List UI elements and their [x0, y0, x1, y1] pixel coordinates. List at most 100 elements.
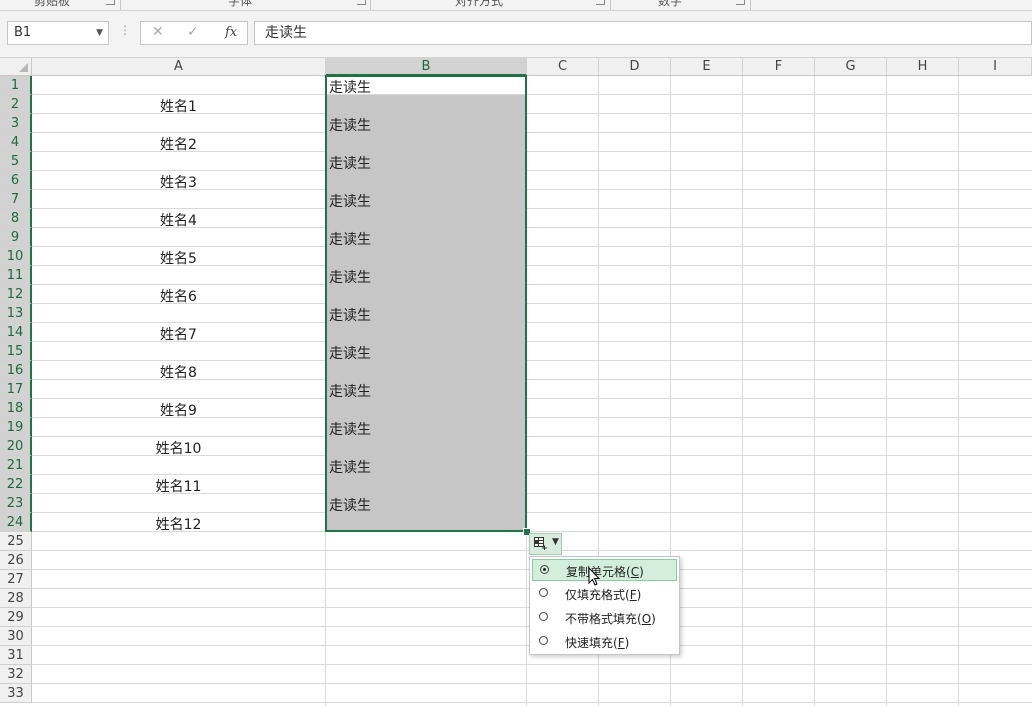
row-header-31[interactable]: 31 [0, 646, 32, 665]
menu-item-accelerator: F [629, 588, 637, 602]
clipboard-launcher-icon[interactable] [106, 0, 115, 5]
row-header-32[interactable]: 32 [0, 665, 32, 684]
enter-icon[interactable]: ✓ [187, 24, 199, 40]
cell-a4[interactable]: 姓名2 [32, 134, 325, 154]
ribbon-separator [370, 0, 371, 10]
column-header-c[interactable]: C [527, 58, 599, 76]
cell-b15[interactable]: 走读生 [329, 343, 371, 363]
row-header-2[interactable]: 2 [0, 95, 32, 114]
cell-a12[interactable]: 姓名6 [32, 286, 325, 306]
column-header-e[interactable]: E [671, 58, 743, 76]
row-header-5[interactable]: 5 [0, 152, 32, 171]
column-header-f[interactable]: F [743, 58, 815, 76]
menu-item-fill-without-formatting[interactable]: 不带格式填充(O) [532, 607, 677, 629]
cell-b3[interactable]: 走读生 [329, 115, 371, 135]
number-launcher-icon[interactable] [736, 0, 745, 5]
row-header-33[interactable]: 33 [0, 684, 32, 703]
cell-a14[interactable]: 姓名7 [32, 324, 325, 344]
row-header-4[interactable]: 4 [0, 133, 32, 152]
cell-a16[interactable]: 姓名8 [32, 362, 325, 382]
select-all-button[interactable] [0, 58, 32, 76]
column-header-g[interactable]: G [815, 58, 887, 76]
row-header-27[interactable]: 27 [0, 570, 32, 589]
column-header-a[interactable]: A [32, 58, 326, 76]
row-header-22[interactable]: 22 [0, 475, 32, 494]
radio-icon [539, 612, 548, 621]
cell-a22[interactable]: 姓名11 [32, 476, 325, 496]
menu-item-label: 不带格式填充(O) [565, 612, 656, 626]
cell-b17[interactable]: 走读生 [329, 381, 371, 401]
row-header-8[interactable]: 8 [0, 209, 32, 228]
cell-b9[interactable]: 走读生 [329, 229, 371, 249]
cell-b5[interactable]: 走读生 [329, 153, 371, 173]
menu-item-fill-formatting-only[interactable]: 仅填充格式(F) [532, 583, 677, 605]
formula-input[interactable]: 走读生 [254, 21, 1032, 45]
cell-a20[interactable]: 姓名10 [32, 438, 325, 458]
menu-item-label: 快速填充(F) [565, 636, 630, 650]
cancel-icon[interactable]: ✕ [152, 24, 164, 40]
cell-b23[interactable]: 走读生 [329, 495, 371, 515]
row-header-30[interactable]: 30 [0, 627, 32, 646]
row-header-25[interactable]: 25 [0, 532, 32, 551]
row-header-10[interactable]: 10 [0, 247, 32, 266]
row-header-9[interactable]: 9 [0, 228, 32, 247]
column-header-i[interactable]: I [959, 58, 1032, 76]
ribbon-separator [610, 0, 611, 10]
cell-a8[interactable]: 姓名4 [32, 210, 325, 230]
column-header-d[interactable]: D [599, 58, 671, 76]
menu-item-text: 不带格式填充 [565, 612, 638, 626]
ribbon-group-number: 数字 [658, 0, 683, 8]
row-header-28[interactable]: 28 [0, 589, 32, 608]
radio-icon [539, 636, 548, 645]
select-all-triangle-icon [19, 63, 28, 72]
cell-b21[interactable]: 走读生 [329, 457, 371, 477]
menu-item-copy-cells[interactable]: 复制单元格(C) [532, 559, 677, 581]
row-header-21[interactable]: 21 [0, 456, 32, 475]
row-header-23[interactable]: 23 [0, 494, 32, 513]
font-launcher-icon[interactable] [357, 0, 366, 5]
row-header-6[interactable]: 6 [0, 171, 32, 190]
insert-function-icon[interactable]: fx [225, 25, 237, 40]
row-header-1[interactable]: 1 [0, 76, 32, 95]
row-header-16[interactable]: 16 [0, 361, 32, 380]
cell-b1[interactable]: 走读生 [329, 77, 371, 97]
row-header-26[interactable]: 26 [0, 551, 32, 570]
row-header-24[interactable]: 24 [0, 513, 32, 532]
ribbon-group-alignment: 对齐方式 [455, 0, 504, 8]
chevron-down-icon[interactable]: ▼ [96, 22, 103, 44]
row-header-20[interactable]: 20 [0, 437, 32, 456]
mouse-pointer-icon [588, 567, 601, 586]
auto-fill-options-menu: 复制单元格(C) 仅填充格式(F) 不带格式填充(O) 快速填充(F) [529, 556, 680, 655]
row-header-11[interactable]: 11 [0, 266, 32, 285]
cell-a10[interactable]: 姓名5 [32, 248, 325, 268]
cell-b7[interactable]: 走读生 [329, 191, 371, 211]
row-header-15[interactable]: 15 [0, 342, 32, 361]
chevron-down-icon: ▼ [552, 537, 559, 547]
auto-fill-options-button[interactable]: ▼ [529, 533, 562, 555]
cell-b13[interactable]: 走读生 [329, 305, 371, 325]
row-header-17[interactable]: 17 [0, 380, 32, 399]
cell-b11[interactable]: 走读生 [329, 267, 371, 287]
column-header-h[interactable]: H [887, 58, 959, 76]
row-header-7[interactable]: 7 [0, 190, 32, 209]
formula-bar-resize-handle[interactable]: ⋮ [119, 23, 131, 37]
name-box[interactable]: B1 ▼ [7, 21, 109, 45]
row-header-29[interactable]: 29 [0, 608, 32, 627]
menu-item-flash-fill[interactable]: 快速填充(F) [532, 631, 677, 653]
row-header-18[interactable]: 18 [0, 399, 32, 418]
row-header-19[interactable]: 19 [0, 418, 32, 437]
cell-a18[interactable]: 姓名9 [32, 400, 325, 420]
cell-b19[interactable]: 走读生 [329, 419, 371, 439]
alignment-launcher-icon[interactable] [596, 0, 605, 5]
cell-a24[interactable]: 姓名12 [32, 514, 325, 534]
row-header-13[interactable]: 13 [0, 304, 32, 323]
row-header-3[interactable]: 3 [0, 114, 32, 133]
row-header-14[interactable]: 14 [0, 323, 32, 342]
cell-a2[interactable]: 姓名1 [32, 96, 325, 116]
menu-item-label: 仅填充格式(F) [565, 588, 642, 602]
menu-item-accelerator: C [630, 565, 640, 579]
cell-a6[interactable]: 姓名3 [32, 172, 325, 192]
menu-item-accelerator: F [617, 636, 625, 650]
column-header-b[interactable]: B [326, 58, 527, 76]
row-header-12[interactable]: 12 [0, 285, 32, 304]
